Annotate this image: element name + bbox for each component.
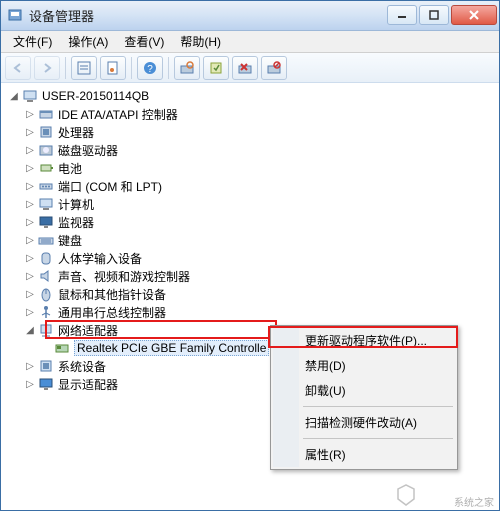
tree-category[interactable]: ▷ 键盘 (5, 231, 499, 249)
monitor-icon (38, 214, 54, 230)
titlebar[interactable]: 设备管理器 (1, 1, 499, 31)
tree-category-label: 电池 (58, 160, 82, 177)
tree-category-label: 声音、视频和游戏控制器 (58, 268, 190, 285)
nav-forward-button[interactable] (34, 56, 60, 80)
nic-icon (54, 340, 70, 356)
tree-category[interactable]: ▷ IDE ATA/ATAPI 控制器 (5, 105, 499, 123)
tree-category-label: 磁盘驱动器 (58, 142, 118, 159)
tree-category[interactable]: ▷ 通用串行总线控制器 (5, 303, 499, 321)
expander-placeholder (39, 341, 53, 355)
mouse-icon (38, 286, 54, 302)
sound-icon (38, 268, 54, 284)
cpu-icon (38, 124, 54, 140)
tree-category-label: 网络适配器 (58, 322, 118, 339)
toolbar-update-button[interactable] (203, 56, 229, 80)
expander-icon[interactable]: ▷ (23, 179, 37, 193)
menu-file[interactable]: 文件(F) (5, 31, 60, 52)
ctx-disable[interactable]: 禁用(D) (273, 353, 455, 378)
tree-category-label: 端口 (COM 和 LPT) (58, 178, 162, 195)
expander-icon[interactable]: ▷ (23, 359, 37, 373)
ctx-update-driver[interactable]: 更新驱动程序软件(P)... (273, 328, 455, 353)
tree-category[interactable]: ▷ 电池 (5, 159, 499, 177)
app-icon (7, 8, 23, 24)
hid-icon (38, 250, 54, 266)
network-icon (38, 322, 54, 338)
tree-category[interactable]: ▷ 声音、视频和游戏控制器 (5, 267, 499, 285)
toolbar-showall-button[interactable] (71, 56, 97, 80)
tree-category[interactable]: ▷ 计算机 (5, 195, 499, 213)
computer-icon (38, 196, 54, 212)
expander-icon[interactable]: ▷ (23, 251, 37, 265)
disk-icon (38, 142, 54, 158)
toolbar-uninstall-button[interactable] (232, 56, 258, 80)
tree-category[interactable]: ▷ 监视器 (5, 213, 499, 231)
expander-icon[interactable]: ▷ (23, 107, 37, 121)
tree-category[interactable]: ▷ 端口 (COM 和 LPT) (5, 177, 499, 195)
keyboard-icon (38, 232, 54, 248)
tree-category-label: 监视器 (58, 214, 94, 231)
expander-icon[interactable]: ▷ (23, 125, 37, 139)
battery-icon (38, 160, 54, 176)
tree-category-label: 处理器 (58, 124, 94, 141)
context-menu: 更新驱动程序软件(P)... 禁用(D) 卸载(U) 扫描检测硬件改动(A) 属… (270, 325, 458, 470)
maximize-button[interactable] (419, 5, 449, 25)
tree-root[interactable]: ◢ USER-20150114QB (5, 87, 499, 105)
toolbar-separator (65, 57, 66, 79)
ctx-scan-hardware[interactable]: 扫描检测硬件改动(A) (273, 410, 455, 435)
expander-icon[interactable]: ▷ (23, 233, 37, 247)
window-controls (387, 5, 497, 27)
tree-device-label: Realtek PCIe GBE Family Controlle (74, 340, 269, 356)
svg-text:?: ? (147, 64, 153, 75)
tree-category[interactable]: ▷ 磁盘驱动器 (5, 141, 499, 159)
ide-icon (38, 106, 54, 122)
tree-category[interactable]: ▷ 人体学输入设备 (5, 249, 499, 267)
tree-category-label: 计算机 (58, 196, 94, 213)
usb-icon (38, 304, 54, 320)
minimize-button[interactable] (387, 5, 417, 25)
expander-icon[interactable]: ▷ (23, 269, 37, 283)
expander-icon[interactable]: ◢ (23, 323, 37, 337)
toolbar-properties-button[interactable] (100, 56, 126, 80)
expander-icon[interactable]: ▷ (23, 161, 37, 175)
menu-view[interactable]: 查看(V) (116, 31, 172, 52)
toolbar-disable-button[interactable] (261, 56, 287, 80)
expander-icon[interactable]: ▷ (23, 377, 37, 391)
toolbar-separator (131, 57, 132, 79)
expander-icon[interactable]: ▷ (23, 287, 37, 301)
ctx-properties[interactable]: 属性(R) (273, 442, 455, 467)
tree-category[interactable]: ▷ 鼠标和其他指针设备 (5, 285, 499, 303)
display-icon (38, 376, 54, 392)
nav-back-button[interactable] (5, 56, 31, 80)
expander-icon[interactable]: ▷ (23, 215, 37, 229)
toolbar-help-button[interactable]: ? (137, 56, 163, 80)
tree-category-label: 通用串行总线控制器 (58, 304, 166, 321)
window-title: 设备管理器 (29, 6, 387, 25)
tree-root-label: USER-20150114QB (42, 89, 149, 103)
tree-category-label: 人体学输入设备 (58, 250, 142, 267)
toolbar-separator (168, 57, 169, 79)
close-button[interactable] (451, 5, 497, 25)
tree-category-label: 显示适配器 (58, 376, 118, 393)
tree-category-label: 鼠标和其他指针设备 (58, 286, 166, 303)
expander-open-icon[interactable]: ◢ (7, 89, 21, 103)
ctx-uninstall[interactable]: 卸载(U) (273, 378, 455, 403)
system-icon (38, 358, 54, 374)
context-menu-separator (303, 438, 453, 439)
menubar: 文件(F) 操作(A) 查看(V) 帮助(H) (1, 31, 499, 53)
toolbar: ? (1, 53, 499, 83)
expander-icon[interactable]: ▷ (23, 305, 37, 319)
context-menu-separator (303, 406, 453, 407)
expander-icon[interactable]: ▷ (23, 143, 37, 157)
toolbar-scan-button[interactable] (174, 56, 200, 80)
tree-category-label: 键盘 (58, 232, 82, 249)
tree-category[interactable]: ▷ 处理器 (5, 123, 499, 141)
menu-help[interactable]: 帮助(H) (172, 31, 229, 52)
port-icon (38, 178, 54, 194)
menu-action[interactable]: 操作(A) (60, 31, 116, 52)
tree-category-label: 系统设备 (58, 358, 106, 375)
tree-category-label: IDE ATA/ATAPI 控制器 (58, 106, 178, 123)
expander-icon[interactable]: ▷ (23, 197, 37, 211)
computer-icon (22, 88, 38, 104)
